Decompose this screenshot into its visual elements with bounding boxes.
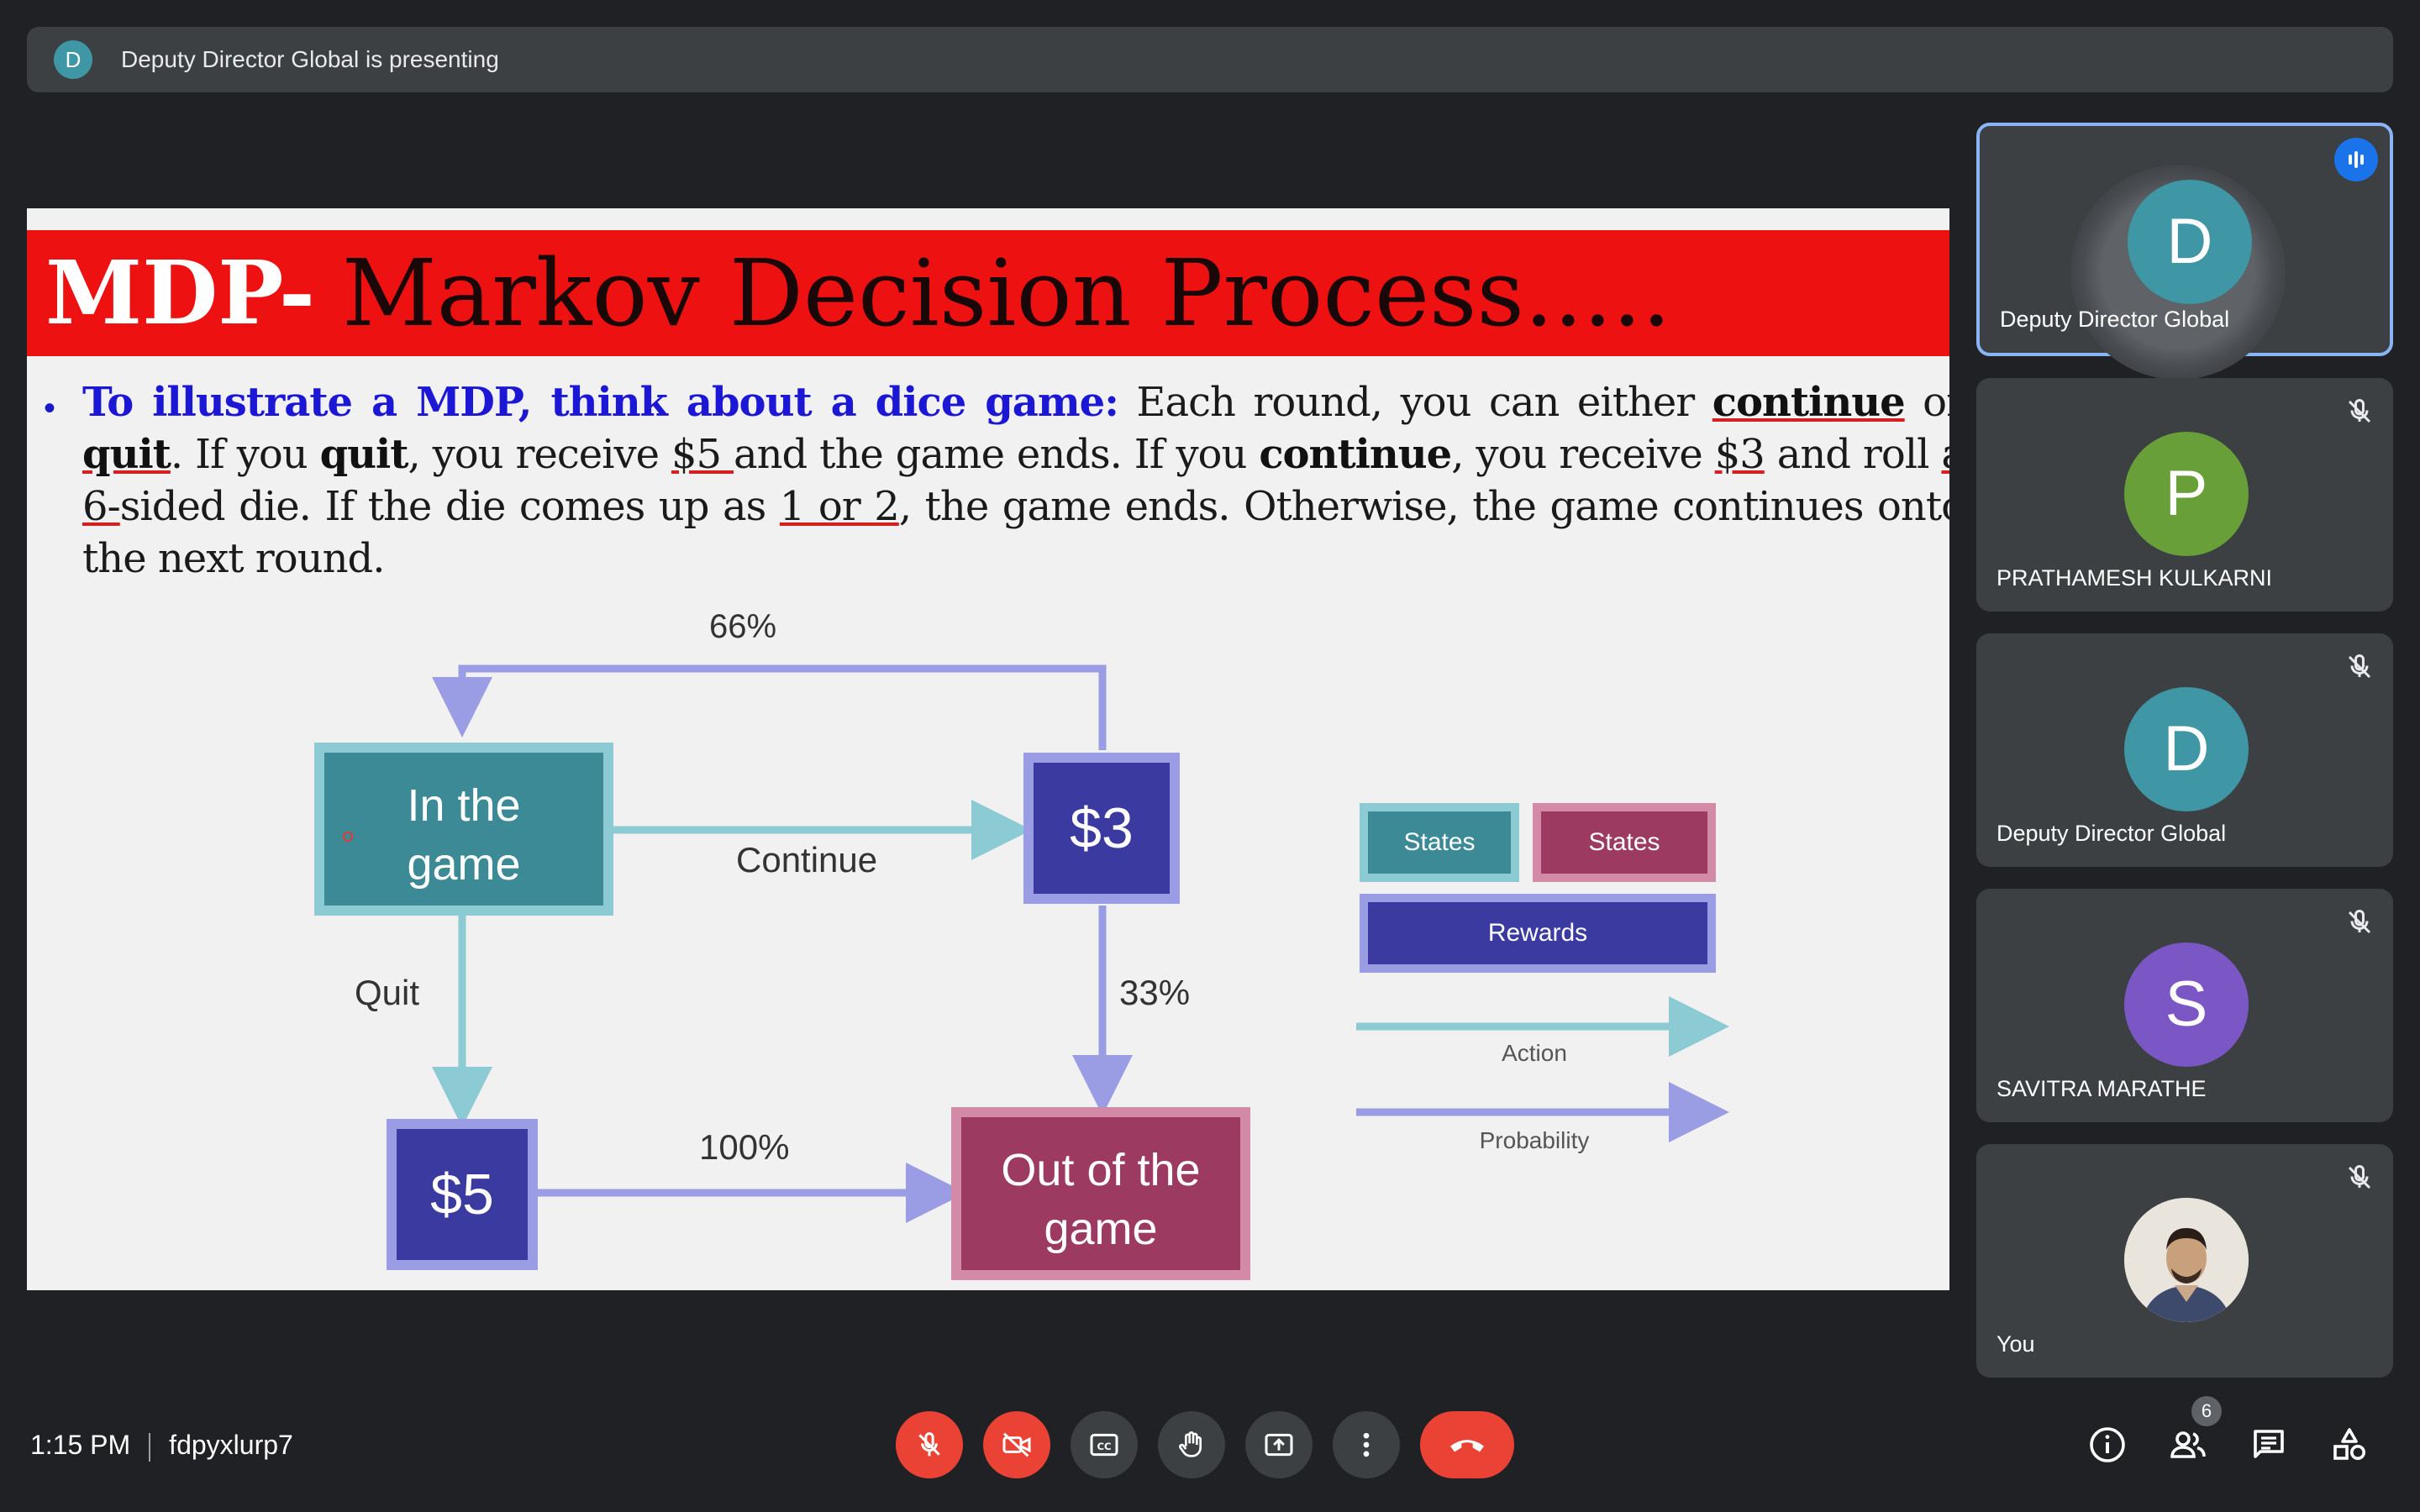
legend-states-teal: States [1360, 803, 1519, 882]
pointer-dot [343, 832, 353, 842]
legend-rewards: Rewards [1360, 894, 1716, 973]
microphone-toggle-button[interactable] [896, 1411, 963, 1478]
mic-off-icon [2348, 654, 2371, 679]
leave-call-button[interactable] [1420, 1411, 1514, 1478]
camera-off-icon [1002, 1432, 1031, 1457]
mic-off-icon [918, 1432, 940, 1457]
arrow-66-loop [432, 664, 1107, 750]
presenter-avatar: D [54, 40, 92, 79]
meeting-code: fdpyxlurp7 [169, 1430, 293, 1460]
reward-3: $3 [1023, 753, 1180, 904]
state-in-the-game: In the game [314, 743, 613, 916]
people-count-badge: 6 [2191, 1396, 2222, 1426]
avatar: S [2124, 942, 2249, 1067]
mic-off-icon [2348, 1164, 2371, 1189]
label-33: 33% [1119, 973, 1191, 1012]
legend-probability-label: Probability [1479, 1127, 1590, 1153]
activities-icon[interactable] [2329, 1425, 2370, 1465]
participant-tile-savitra[interactable]: S SAVITRA MARATHE [1976, 889, 2393, 1122]
participant-tile-presenter[interactable]: D Deputy Director Global [1976, 123, 2393, 380]
svg-text:CC: CC [1097, 1441, 1111, 1452]
label-100: 100% [699, 1127, 790, 1167]
participant-name: You [1996, 1331, 2035, 1357]
state-in-the-game-line1: In the [407, 780, 521, 831]
state-out-line2: game [1044, 1204, 1158, 1254]
more-options-button[interactable] [1333, 1411, 1400, 1478]
mic-off-icon [2348, 398, 2371, 423]
avatar: P [2124, 432, 2249, 556]
shared-screen: MDP- Markov Decision Process..... • To i… [27, 208, 1949, 1290]
avatar: D [2128, 180, 2252, 304]
participant-name: Deputy Director Global [1996, 821, 2227, 846]
people-icon[interactable] [2168, 1425, 2208, 1465]
hang-up-icon [1450, 1440, 1484, 1452]
participant-name: Deputy Director Global [2000, 307, 2230, 332]
state-out-of-the-game: Out of the game [951, 1107, 1250, 1280]
label-66: 66% [709, 608, 777, 645]
participant-tile-prathamesh[interactable]: P PRATHAMESH KULKARNI [1976, 378, 2393, 612]
captions-button[interactable]: CC [1071, 1411, 1138, 1478]
meeting-details-info-icon[interactable] [2087, 1425, 2128, 1465]
meeting-details: 1:15 PM fdpyxlurp7 [30, 1428, 293, 1462]
closed-captions-icon: CC [1090, 1433, 1118, 1457]
label-continue: Continue [736, 840, 878, 879]
clock-time: 1:15 PM [30, 1430, 131, 1460]
participant-name: PRATHAMESH KULKARNI [1996, 565, 2273, 591]
present-now-button[interactable] [1245, 1411, 1313, 1478]
divider [149, 1432, 151, 1462]
mic-off-icon [2348, 909, 2371, 934]
legend-action-label: Action [1502, 1040, 1567, 1066]
label-quit: Quit [355, 973, 420, 1012]
hand-icon [1179, 1431, 1202, 1457]
legend-states-wine: States [1533, 803, 1716, 882]
participant-name: SAVITRA MARATHE [1996, 1076, 2207, 1101]
reward-5: $5 [387, 1119, 538, 1270]
presenting-banner: D Deputy Director Global is presenting [27, 27, 2393, 92]
chat-icon[interactable] [2249, 1425, 2289, 1465]
more-vert-icon [1363, 1432, 1370, 1457]
speaking-indicator-icon [2334, 138, 2378, 181]
present-screen-icon [1265, 1433, 1293, 1457]
state-in-the-game-line2: game [407, 839, 521, 890]
participant-tile-deputy-director[interactable]: D Deputy Director Global [1976, 633, 2393, 867]
avatar: D [2124, 687, 2249, 811]
user-photo-avatar [2124, 1198, 2249, 1322]
state-out-line1: Out of the [1001, 1145, 1201, 1195]
presenting-label: Deputy Director Global is presenting [121, 46, 499, 72]
camera-toggle-button[interactable] [983, 1411, 1050, 1478]
participant-tile-you[interactable]: You [1976, 1144, 2393, 1378]
raise-hand-button[interactable] [1158, 1411, 1225, 1478]
